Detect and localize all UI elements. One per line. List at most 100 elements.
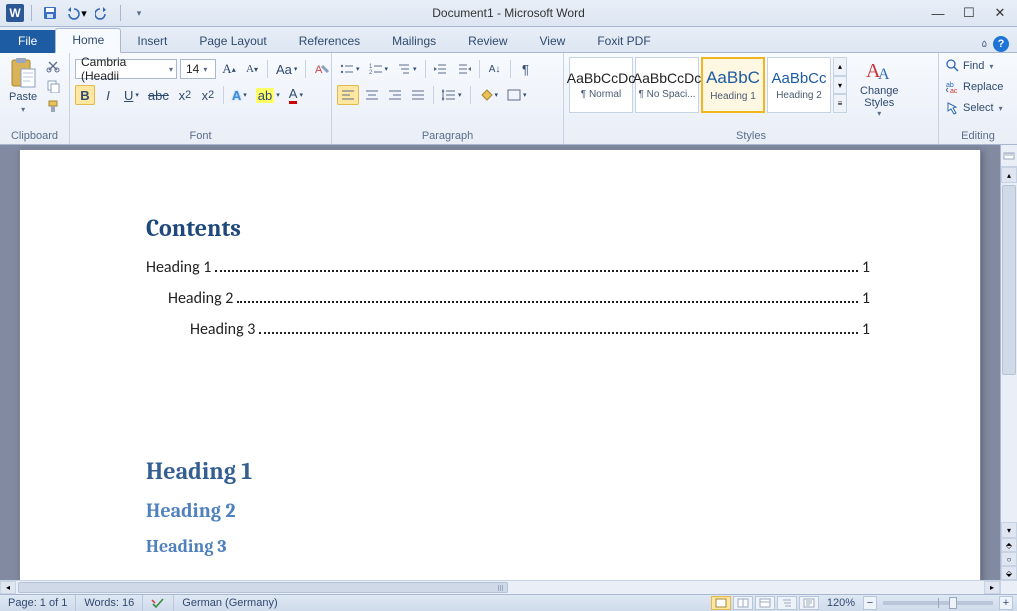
status-words[interactable]: Words: 16	[76, 595, 143, 611]
gallery-more-button[interactable]: ≡	[833, 94, 847, 113]
tab-review[interactable]: Review	[452, 30, 523, 53]
redo-button[interactable]	[91, 3, 113, 23]
zoom-slider[interactable]	[883, 601, 993, 605]
shading-button[interactable]: ▾	[476, 85, 502, 105]
font-size-combo[interactable]: 14▾	[180, 59, 216, 79]
decrease-indent-button[interactable]	[431, 59, 451, 79]
change-case-button[interactable]: Aa▾	[273, 59, 300, 79]
tab-foxit[interactable]: Foxit PDF	[581, 30, 666, 53]
paste-button[interactable]: Paste ▾	[5, 55, 41, 116]
help-button[interactable]: ?	[993, 36, 1009, 52]
document-area[interactable]: Contents Heading 1 1 Heading 2 1 Heading…	[0, 145, 1000, 580]
underline-button[interactable]: U▾	[121, 85, 142, 105]
browse-object-button[interactable]: ○	[1001, 552, 1017, 566]
copy-button[interactable]	[44, 77, 62, 95]
scroll-thumb[interactable]	[1002, 185, 1016, 375]
toc-entry[interactable]: Heading 2 1	[146, 289, 870, 308]
scroll-left-button[interactable]: ◂	[0, 581, 16, 594]
tab-view[interactable]: View	[524, 30, 582, 53]
hscroll-thumb[interactable]	[18, 582, 508, 593]
text-effects-button[interactable]: A▾	[229, 85, 250, 105]
align-right-button[interactable]	[385, 85, 405, 105]
leader-dots	[237, 301, 858, 303]
scroll-right-button[interactable]: ▸	[984, 581, 1000, 594]
ribbon-minimize-icon[interactable]: ۵	[982, 39, 987, 50]
gallery-down-button[interactable]: ▾	[833, 76, 847, 95]
multilevel-list-button[interactable]: ▾	[394, 59, 420, 79]
toc-entry[interactable]: Heading 1 1	[146, 258, 870, 277]
scroll-up-button[interactable]: ▴	[1001, 167, 1017, 183]
increase-indent-button[interactable]	[454, 59, 474, 79]
show-marks-button[interactable]: ¶	[516, 59, 536, 79]
style-no-spacing[interactable]: AaBbCcDc ¶ No Spaci...	[635, 57, 699, 113]
status-zoom-value[interactable]: 120%	[827, 597, 855, 609]
replace-button[interactable]: abac Replace	[944, 79, 1005, 95]
change-styles-button[interactable]: AA Change Styles ▾	[856, 55, 903, 120]
status-page[interactable]: Page: 1 of 1	[0, 595, 76, 611]
app-icon[interactable]: W	[6, 4, 24, 22]
zoom-in-button[interactable]: +	[999, 596, 1013, 610]
view-outline-button[interactable]	[777, 596, 797, 610]
gallery-up-button[interactable]: ▴	[833, 57, 847, 76]
page[interactable]: Contents Heading 1 1 Heading 2 1 Heading…	[19, 149, 981, 580]
vertical-scrollbar[interactable]: ▴ ▾ ⬘ ○ ⬙	[1001, 167, 1017, 580]
toc-entry[interactable]: Heading 3 1	[146, 320, 870, 339]
select-button[interactable]: Select▾	[944, 100, 1005, 116]
tab-file[interactable]: File	[0, 30, 55, 53]
zoom-out-button[interactable]: −	[863, 596, 877, 610]
prev-page-button[interactable]: ⬘	[1001, 538, 1017, 552]
subscript-button[interactable]: x2	[175, 85, 195, 105]
view-print-layout-button[interactable]	[711, 596, 731, 610]
borders-button[interactable]: ▾	[504, 85, 530, 105]
tab-mailings[interactable]: Mailings	[376, 30, 452, 53]
style-heading-1[interactable]: AaBbC Heading 1	[701, 57, 765, 113]
bold-button[interactable]: B	[75, 85, 95, 105]
clear-formatting-button[interactable]: A	[311, 59, 333, 79]
svg-text:A: A	[878, 66, 890, 83]
ruler-toggle-button[interactable]	[1001, 145, 1017, 167]
minimize-button[interactable]: —	[923, 3, 953, 23]
ribbon-tabs: File Home Insert Page Layout References …	[0, 27, 1017, 53]
shrink-font-button[interactable]: A▾	[242, 59, 262, 79]
qat-customize-button[interactable]: ▾	[128, 3, 150, 23]
format-painter-button[interactable]	[44, 97, 62, 115]
style-normal[interactable]: AaBbCcDc ¶ Normal	[569, 57, 633, 113]
view-full-screen-button[interactable]	[733, 596, 753, 610]
strikethrough-button[interactable]: abc	[145, 85, 172, 105]
quick-save-button[interactable]	[39, 3, 61, 23]
maximize-button[interactable]: ☐	[954, 3, 984, 23]
font-color-button[interactable]: A▾	[286, 85, 306, 105]
justify-button[interactable]	[408, 85, 428, 105]
cut-button[interactable]	[44, 57, 62, 75]
tab-home[interactable]: Home	[55, 28, 121, 53]
bullets-button[interactable]: ▾	[337, 59, 363, 79]
align-left-button[interactable]	[337, 85, 359, 105]
undo-button[interactable]: ▾	[65, 3, 87, 23]
horizontal-scrollbar[interactable]: ◂ ▸	[0, 580, 1000, 594]
sort-button[interactable]: A↓	[485, 59, 505, 79]
view-web-layout-button[interactable]	[755, 596, 775, 610]
scissors-icon	[46, 59, 60, 73]
line-spacing-button[interactable]: ▾	[439, 85, 465, 105]
status-language[interactable]: German (Germany)	[174, 595, 285, 611]
tab-insert[interactable]: Insert	[121, 30, 183, 53]
grow-font-button[interactable]: A▴	[219, 59, 239, 79]
font-size-value: 14	[186, 62, 199, 76]
style-heading-2[interactable]: AaBbCc Heading 2	[767, 57, 831, 113]
close-button[interactable]: ✕	[985, 3, 1015, 23]
status-proofing[interactable]	[143, 595, 174, 611]
align-center-button[interactable]	[362, 85, 382, 105]
numbering-button[interactable]: 12▾	[366, 59, 392, 79]
brush-icon	[46, 99, 60, 113]
find-button[interactable]: Find▾	[944, 58, 1005, 74]
superscript-button[interactable]: x2	[198, 85, 218, 105]
tab-references[interactable]: References	[283, 30, 376, 53]
highlight-button[interactable]: ab▾	[253, 85, 283, 105]
italic-button[interactable]: I	[98, 85, 118, 105]
tab-page-layout[interactable]: Page Layout	[183, 30, 282, 53]
scroll-down-button[interactable]: ▾	[1001, 522, 1017, 538]
zoom-thumb[interactable]	[949, 597, 957, 609]
font-name-combo[interactable]: Cambria (Headii▾	[75, 59, 177, 79]
next-page-button[interactable]: ⬙	[1001, 566, 1017, 580]
view-draft-button[interactable]	[799, 596, 819, 610]
